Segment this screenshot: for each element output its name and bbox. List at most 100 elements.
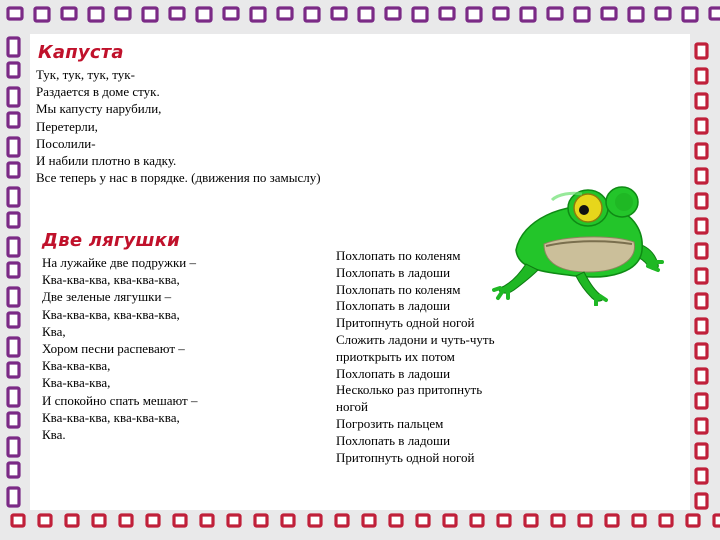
poem1-text: Тук, тук, тук, тук- Раздается в доме стук… [36,66,321,186]
frame-square-icon [6,111,21,129]
frame-square-icon [694,367,709,385]
frame-square-icon [694,492,709,510]
movement-line: Похлопать в ладоши [336,365,451,381]
frame-square-icon [6,61,21,79]
movement-line: Сложить ладони и чуть-чуть [336,331,495,347]
poem2-title: Две лягушки [42,230,180,251]
poem-line: И набили плотно в кадку. [36,153,177,169]
poem-line: Мы капусту нарубили, [36,101,162,117]
frame-square-icon [415,513,431,528]
poem-line: Ква-ква-ква, ква-ква-ква, [42,306,180,322]
frame-square-icon [465,6,483,23]
frame-square-icon [195,6,213,23]
frame-square-icon [694,267,709,285]
poem2-text: На лужайке две подружки – Ква-ква-ква, кв… [42,254,197,443]
frame-square-icon [87,6,105,23]
movement-line: Притопнуть одной ногой [336,449,475,465]
frame-square-icon [303,6,321,23]
frame-square-icon [6,461,21,479]
frame-square-icon [577,513,593,528]
frog-illustration [492,186,664,306]
movement-line: Притопнуть одной ногой [336,315,475,331]
frame-square-icon [141,6,159,23]
frame-square-icon [694,317,709,335]
poem-line: Все теперь у нас в порядке. (движения по… [36,170,321,186]
frame-square-icon [694,242,709,260]
frame-square-icon [60,6,78,21]
frame-square-icon [357,6,375,23]
frame-square-icon [6,211,21,229]
frame-square-icon [694,142,709,160]
frame-square-icon [361,513,377,528]
frame-square-icon [222,6,240,21]
frame-square-icon [694,167,709,185]
frame-square-icon [694,392,709,410]
frame-square-icon [6,6,24,21]
frame-square-icon [546,6,564,21]
frame-square-icon [37,513,53,528]
frame-square-icon [6,361,21,379]
poem-line: Ква-ква-ква, ква-ква-ква, [42,409,180,425]
frame-square-icon [6,161,21,179]
frame-square-icon [6,436,21,458]
frame-square-icon [681,6,699,23]
movement-line: ногой [336,399,368,415]
frame-square-icon [6,86,21,108]
frame-square-icon [658,513,674,528]
frame-square-icon [145,513,161,528]
frame-square-icon [523,513,539,528]
frame-square-icon [492,6,510,21]
poem-line: Две зеленые лягушки – [42,289,172,305]
frame-square-icon [6,261,21,279]
frame-square-icon [6,386,21,408]
frame-square-icon [411,6,429,23]
frame-square-icon [6,486,21,508]
frame-square-icon [496,513,512,528]
frame-square-icon [6,411,21,429]
movement-line: Несколько раз притопнуть [336,382,483,398]
frame-square-icon [654,6,672,21]
poem-line: Ква, [42,323,66,339]
frame-square-icon [694,117,709,135]
frame-square-icon [694,192,709,210]
frame-square-icon [694,292,709,310]
frame-square-icon [627,6,645,23]
frame-square-icon [6,136,21,158]
poem1-title: Капуста [38,42,124,63]
movement-line: Похлопать в ладоши [336,298,451,314]
frame-square-icon [550,513,566,528]
frame-square-icon [438,6,456,21]
frame-square-icon [199,513,215,528]
poem-line: Хором песни распевают – [42,341,185,357]
frame-square-icon [6,36,21,58]
poem-line: Раздается в доме стук. [36,84,160,100]
frame-square-icon [276,6,294,21]
movement-line: Похлопать по коленям [336,281,461,297]
frame-square-icon [694,92,709,110]
movement-line: Похлопать по коленям [336,248,461,263]
frame-square-icon [307,513,323,528]
frame-square-icon [334,513,350,528]
frame-square-icon [226,513,242,528]
frame-square-icon [694,342,709,360]
frame-square-icon [712,513,720,528]
frame-square-icon [91,513,107,528]
poem-line: Тук, тук, тук, тук- [36,67,135,82]
frame-square-icon [708,6,720,21]
frame-square-icon [249,6,267,23]
frame-square-icon [118,513,134,528]
frame-square-icon [694,217,709,235]
movement-line: приоткрыть их потом [336,348,455,364]
frame-square-icon [469,513,485,528]
frame-square-icon [694,67,709,85]
frame-square-icon [10,513,26,528]
frame-square-icon [33,6,51,23]
movement-line: Похлопать в ладоши [336,432,451,448]
frame-square-icon [685,513,701,528]
frame-square-icon [694,42,709,60]
frame-square-icon [114,6,132,21]
frame-square-icon [6,336,21,358]
frame-square-icon [694,442,709,460]
frame-square-icon [442,513,458,528]
poem-line: Посолили- [36,135,96,151]
